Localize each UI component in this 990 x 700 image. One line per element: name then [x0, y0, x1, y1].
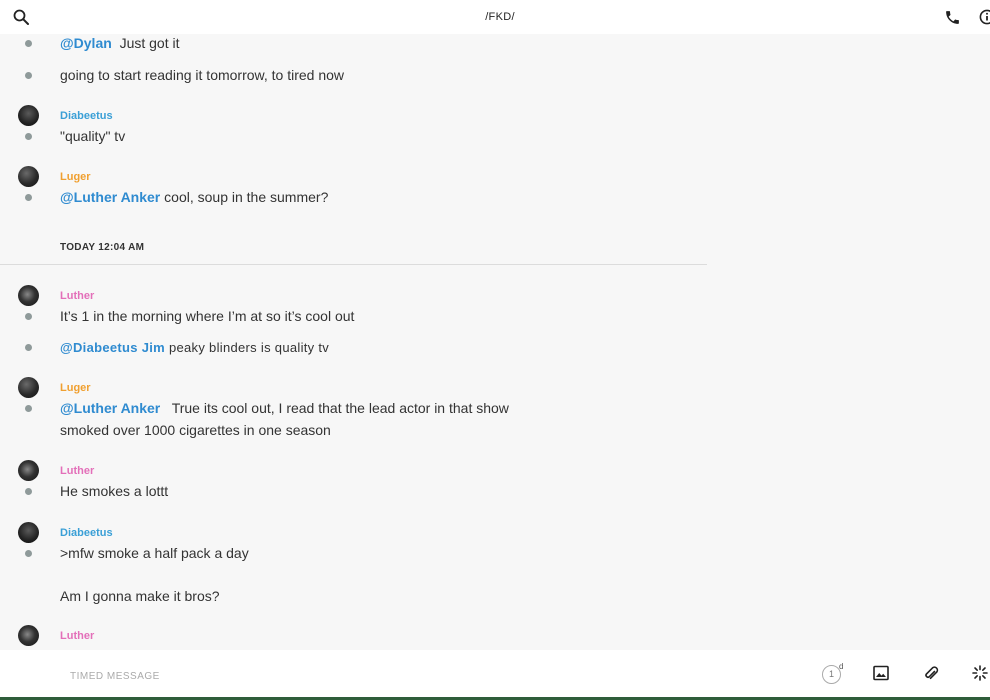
message-body-continued: Am I gonna make it bros?	[60, 588, 220, 604]
message-bullet	[25, 72, 32, 79]
message-text: @Dylan Just got it	[60, 34, 179, 54]
message-bullet	[25, 40, 32, 47]
author-name[interactable]: Luger	[60, 171, 91, 183]
author-name[interactable]: Diabeetus	[60, 110, 113, 122]
message-body: >mfw smoke a half pack a day	[60, 545, 249, 561]
author-name[interactable]: Diabeetus	[60, 527, 113, 539]
message-text: @Diabeetus Jim peaky blinders is quality…	[60, 337, 329, 359]
date-divider	[0, 264, 707, 265]
attachment-icon[interactable]	[923, 665, 939, 681]
composer-bar: 1 d	[0, 650, 990, 700]
message-bullet	[25, 550, 32, 557]
phone-icon[interactable]	[944, 9, 961, 26]
avatar[interactable]	[18, 377, 39, 398]
message-text: @Luther Anker True its cool out, I read …	[60, 397, 509, 419]
sparkle-icon[interactable]	[972, 665, 988, 681]
message-body: "quality" tv	[60, 128, 126, 144]
timer-value: 1	[828, 669, 834, 679]
message-bullet	[25, 405, 32, 412]
message-bullet	[25, 133, 32, 140]
info-icon[interactable]	[979, 9, 990, 25]
avatar[interactable]	[18, 285, 39, 306]
message-body: peaky blinders is quality tv	[168, 340, 330, 355]
message-bullet	[25, 194, 32, 201]
message-feed[interactable]: @Dylan Just got it going to start readin…	[0, 34, 990, 650]
author-name[interactable]: Luger	[60, 382, 91, 394]
message-body: going to start reading it tomorrow, to t…	[60, 67, 345, 83]
mention-link[interactable]: @Luther Anker	[60, 400, 160, 416]
message-body: It’s 1 in the morning where I’m at so it…	[60, 308, 355, 324]
mention-link[interactable]: @Dylan	[60, 35, 112, 51]
avatar[interactable]	[18, 166, 39, 187]
image-icon[interactable]	[873, 665, 889, 681]
timer-button[interactable]: 1 d	[822, 662, 844, 685]
author-name[interactable]: Luther	[60, 290, 94, 302]
message-body-continued: smoked over 1000 cigarettes in one seaso…	[60, 422, 331, 438]
message-input[interactable]	[68, 668, 772, 684]
conversation-title: /FKD/	[485, 11, 515, 23]
date-divider-label: TODAY 12:04 AM	[60, 242, 145, 253]
timer-unit: d	[839, 662, 844, 671]
avatar[interactable]	[18, 105, 39, 126]
avatar[interactable]	[18, 460, 39, 481]
mention-link[interactable]: @Diabeetus Jim	[60, 340, 165, 355]
mention-link[interactable]: @Luther Anker	[60, 189, 160, 205]
message-bullet	[25, 344, 32, 351]
message-body: Just got it	[119, 35, 180, 51]
message-text: @Luther Anker cool, soup in the summer?	[60, 186, 328, 208]
avatar[interactable]	[18, 625, 39, 646]
author-name[interactable]: Luther	[60, 465, 94, 477]
message-body: cool, soup in the summer?	[164, 189, 329, 205]
message-bullet	[25, 313, 32, 320]
message-body: True its cool out, I read that the lead …	[171, 400, 509, 416]
message-bullet	[25, 488, 32, 495]
message-body: He smokes a lottt	[60, 483, 169, 499]
author-name[interactable]: Luther	[60, 630, 94, 642]
top-bar: /FKD/	[0, 0, 990, 34]
avatar[interactable]	[18, 522, 39, 543]
